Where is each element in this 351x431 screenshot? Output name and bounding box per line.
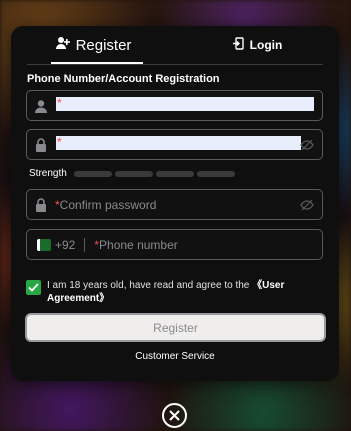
agree-checkbox[interactable] — [26, 280, 41, 295]
confirm-password-placeholder: Confirm password — [59, 197, 157, 212]
agreement-row: I am 18 years old, have read and agree t… — [26, 279, 326, 305]
tab-login[interactable]: Login — [175, 26, 339, 64]
country-code[interactable]: +92 — [55, 238, 75, 252]
strength-bar-4 — [197, 171, 235, 177]
register-button[interactable]: Register — [25, 313, 326, 342]
account-input[interactable]: * — [56, 97, 314, 111]
tab-register-label: Register — [75, 36, 132, 54]
strength-bar-1 — [74, 171, 112, 177]
agreement-text: I am 18 years old, have read and agree t… — [47, 280, 285, 304]
lock-icon — [27, 190, 55, 219]
field-separator — [84, 237, 86, 252]
user-icon — [27, 91, 55, 120]
strength-label: Strength — [29, 168, 67, 179]
section-title: Phone Number/Account Registration — [27, 73, 220, 85]
auth-tabs: Register Login — [11, 26, 339, 64]
pakistan-flag-icon[interactable] — [37, 238, 51, 251]
eye-off-icon[interactable] — [300, 198, 314, 212]
user-plus-icon — [55, 36, 70, 54]
account-field[interactable]: * — [26, 90, 323, 121]
phone-placeholder: Phone number — [99, 237, 178, 252]
tab-login-label: Login — [249, 38, 283, 52]
eye-off-icon[interactable] — [300, 138, 314, 152]
password-input[interactable]: * — [56, 136, 301, 150]
register-modal: Register Login Phone Number/Account Regi… — [11, 26, 339, 381]
password-field[interactable]: * — [26, 129, 323, 160]
login-icon — [232, 37, 244, 53]
strength-bar-3 — [156, 171, 194, 177]
check-icon — [28, 283, 39, 292]
tabs-divider — [27, 64, 323, 65]
confirm-password-field[interactable]: * Confirm password — [26, 189, 323, 220]
phone-field[interactable]: +92 * Phone number — [26, 229, 323, 260]
strength-bar-2 — [115, 171, 153, 177]
customer-service-link[interactable]: Customer Service — [11, 351, 339, 362]
close-button[interactable] — [162, 403, 187, 428]
lock-icon — [27, 130, 55, 159]
close-icon — [169, 410, 180, 421]
tab-register[interactable]: Register — [11, 26, 175, 64]
